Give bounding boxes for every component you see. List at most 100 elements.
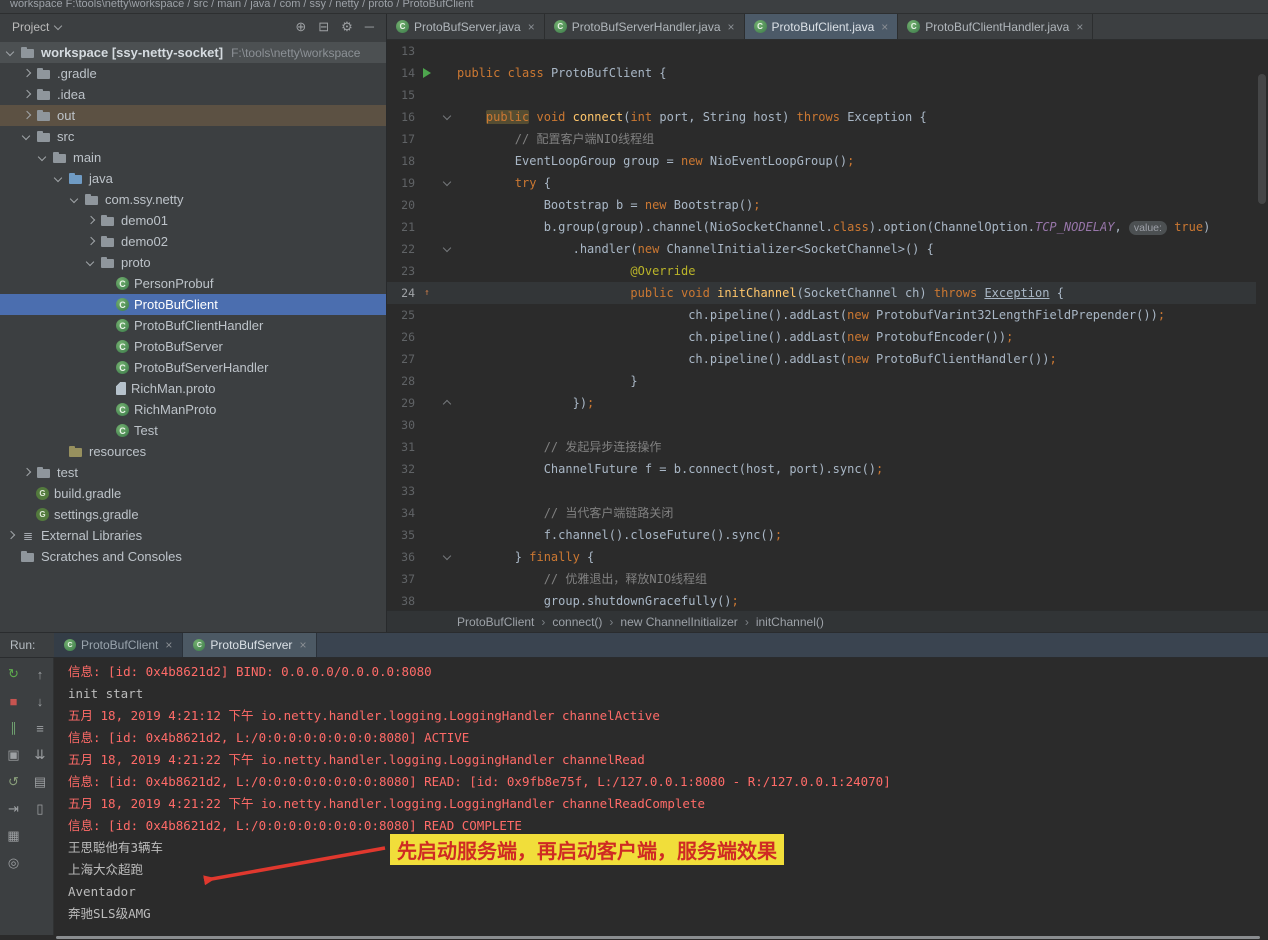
tree-item-java[interactable]: java <box>0 168 386 189</box>
code-token: new <box>847 352 869 366</box>
settings-gear-icon[interactable]: ⚙ <box>341 19 353 35</box>
hide-panel-icon[interactable]: ─ <box>365 19 374 35</box>
fold-icon[interactable] <box>439 238 457 260</box>
collapse-arrow-icon[interactable] <box>52 172 65 185</box>
tree-item-scratches-and-consoles[interactable]: Scratches and Consoles <box>0 546 386 567</box>
tree-item-workspace-ssy-netty-socket[interactable]: workspace [ssy-netty-socket]F:\tools\net… <box>0 42 386 63</box>
tree-item-demo01[interactable]: demo01 <box>0 210 386 231</box>
print-icon[interactable]: ▤ <box>31 774 49 790</box>
close-tab-icon[interactable]: × <box>1076 20 1083 34</box>
tree-item-gradle[interactable]: .gradle <box>0 63 386 84</box>
tree-item-proto[interactable]: proto <box>0 252 386 273</box>
fold-icon[interactable] <box>439 546 457 568</box>
run-body: ↻ ■ ∥ ▣ ↺ ⇥ ▦ ◎ ↑ ↓ ≡ ⇊ ▤ ▯ 信息: [id: 0x4b8621d2] BIN… <box>0 658 1268 935</box>
line-number: 16 <box>387 106 415 128</box>
close-tab-icon[interactable]: × <box>299 638 306 652</box>
expand-arrow-icon[interactable] <box>20 88 33 101</box>
fold-icon[interactable] <box>439 172 457 194</box>
tree-item-personprobuf[interactable]: CPersonProbuf <box>0 273 386 294</box>
tree-item-main[interactable]: main <box>0 147 386 168</box>
project-panel-header[interactable]: Project ⊕ ⊟ ⚙ ─ <box>0 14 386 40</box>
locate-file-icon[interactable]: ⊕ <box>295 19 306 35</box>
run-header: Run: CProtoBufClient×CProtoBufServer× <box>0 632 1268 658</box>
collapse-arrow-icon[interactable] <box>84 256 97 269</box>
tree-item-protobufserver[interactable]: CProtoBufServer <box>0 336 386 357</box>
breadcrumb-item-initchannel[interactable]: initChannel() <box>756 615 824 629</box>
override-gutter-icon[interactable]: ↑ <box>415 282 439 304</box>
close-tab-icon[interactable]: × <box>528 20 535 34</box>
expand-arrow-icon[interactable] <box>20 67 33 80</box>
breadcrumb-item-protobufclient[interactable]: ProtoBufClient <box>457 615 534 629</box>
collapse-arrow-icon[interactable] <box>68 193 81 206</box>
run-tab-protobufserver[interactable]: CProtoBufServer× <box>183 633 317 657</box>
code-line-31: 31 // 发起异步连接操作 <box>387 436 1256 458</box>
scrollbar-thumb[interactable] <box>1258 74 1266 204</box>
tree-item-demo02[interactable]: demo02 <box>0 231 386 252</box>
gc-icon[interactable]: ↺ <box>5 774 23 790</box>
code-editor[interactable]: 1314public class ProtoBufClient {1516 pu… <box>387 40 1268 610</box>
scroll-to-end-icon[interactable]: ⇊ <box>31 747 49 763</box>
tree-item-protobufclient[interactable]: CProtoBufClient <box>0 294 386 315</box>
expand-arrow-icon[interactable] <box>84 214 97 227</box>
code-token: (SocketChannel ch) <box>797 286 934 300</box>
tree-item-external-libraries[interactable]: ≣External Libraries <box>0 525 386 546</box>
screenshot-icon[interactable]: ▣ <box>5 747 23 763</box>
up-stack-trace-icon[interactable]: ↑ <box>31 666 49 682</box>
tree-item-build-gradle[interactable]: Gbuild.gradle <box>0 483 386 504</box>
code-token <box>529 110 536 124</box>
collapse-arrow-icon[interactable] <box>4 46 17 59</box>
close-tab-icon[interactable]: × <box>165 638 172 652</box>
tree-item-richman-proto[interactable]: RichMan.proto <box>0 378 386 399</box>
collapse-arrow-icon[interactable] <box>36 151 49 164</box>
horizontal-scrollbar[interactable] <box>0 935 1268 940</box>
tree-item-src[interactable]: src <box>0 126 386 147</box>
expand-arrow-icon[interactable] <box>20 109 33 122</box>
editor-tab-protobufclient-java[interactable]: CProtoBufClient.java× <box>745 14 899 39</box>
editor-tab-protobufserver-java[interactable]: CProtoBufServer.java× <box>387 14 545 39</box>
expand-arrow-icon[interactable] <box>20 466 33 479</box>
twisty-spacer <box>52 445 65 458</box>
tree-item-label: ProtoBufClientHandler <box>134 318 263 333</box>
tree-item-richmanproto[interactable]: CRichManProto <box>0 399 386 420</box>
tree-item-label: out <box>57 108 75 123</box>
tree-item-settings-gradle[interactable]: Gsettings.gradle <box>0 504 386 525</box>
breadcrumb-item-connect[interactable]: connect() <box>552 615 602 629</box>
fold-icon[interactable] <box>439 106 457 128</box>
soft-wrap-icon[interactable]: ≡ <box>31 720 49 736</box>
tree-item-idea[interactable]: .idea <box>0 84 386 105</box>
editor-tab-protobufserverhandler-java[interactable]: CProtoBufServerHandler.java× <box>545 14 745 39</box>
editor-tab-protobufclienthandler-java[interactable]: CProtoBufClientHandler.java× <box>898 14 1093 39</box>
twisty-spacer <box>100 403 113 416</box>
editor-scrollbar[interactable] <box>1256 40 1268 610</box>
run-tab-protobufclient[interactable]: CProtoBufClient× <box>54 633 183 657</box>
navigation-bar[interactable]: workspace F:\tools\netty\workspace / src… <box>0 0 1268 14</box>
tree-item-out[interactable]: out <box>0 105 386 126</box>
layout-icon[interactable]: ▦ <box>5 828 23 844</box>
fold-icon[interactable] <box>439 392 457 414</box>
pause-output-icon[interactable]: ∥ <box>5 720 23 736</box>
code-token: throws <box>797 110 840 124</box>
run-gutter-icon[interactable] <box>415 62 439 84</box>
collapse-arrow-icon[interactable] <box>20 130 33 143</box>
tree-item-protobufserverhandler[interactable]: CProtoBufServerHandler <box>0 357 386 378</box>
tree-item-test[interactable]: CTest <box>0 420 386 441</box>
tree-item-com-ssy-netty[interactable]: com.ssy.netty <box>0 189 386 210</box>
close-tab-icon[interactable]: × <box>881 20 888 34</box>
code-line-14: 14public class ProtoBufClient { <box>387 62 1256 84</box>
expand-arrow-icon[interactable] <box>84 235 97 248</box>
stop-icon[interactable]: ■ <box>5 693 23 709</box>
tree-item-protobufclienthandler[interactable]: CProtoBufClientHandler <box>0 315 386 336</box>
breadcrumb-item-new-channelinitializer[interactable]: new ChannelInitializer <box>620 615 737 629</box>
rerun-icon[interactable]: ↻ <box>5 666 23 682</box>
clear-all-icon[interactable]: ▯ <box>31 801 49 817</box>
console-output[interactable]: 信息: [id: 0x4b8621d2] BIND: 0.0.0.0/0.0.0… <box>54 658 1268 935</box>
tree-item-test[interactable]: test <box>0 462 386 483</box>
expand-arrow-icon[interactable] <box>4 529 17 542</box>
pin-icon[interactable]: ◎ <box>5 855 23 871</box>
collapse-all-icon[interactable]: ⊟ <box>318 19 329 35</box>
down-stack-trace-icon[interactable]: ↓ <box>31 693 49 709</box>
exit-icon[interactable]: ⇥ <box>5 801 23 817</box>
tree-item-resources[interactable]: resources <box>0 441 386 462</box>
close-tab-icon[interactable]: × <box>728 20 735 34</box>
project-panel-title[interactable]: Project <box>12 20 49 34</box>
